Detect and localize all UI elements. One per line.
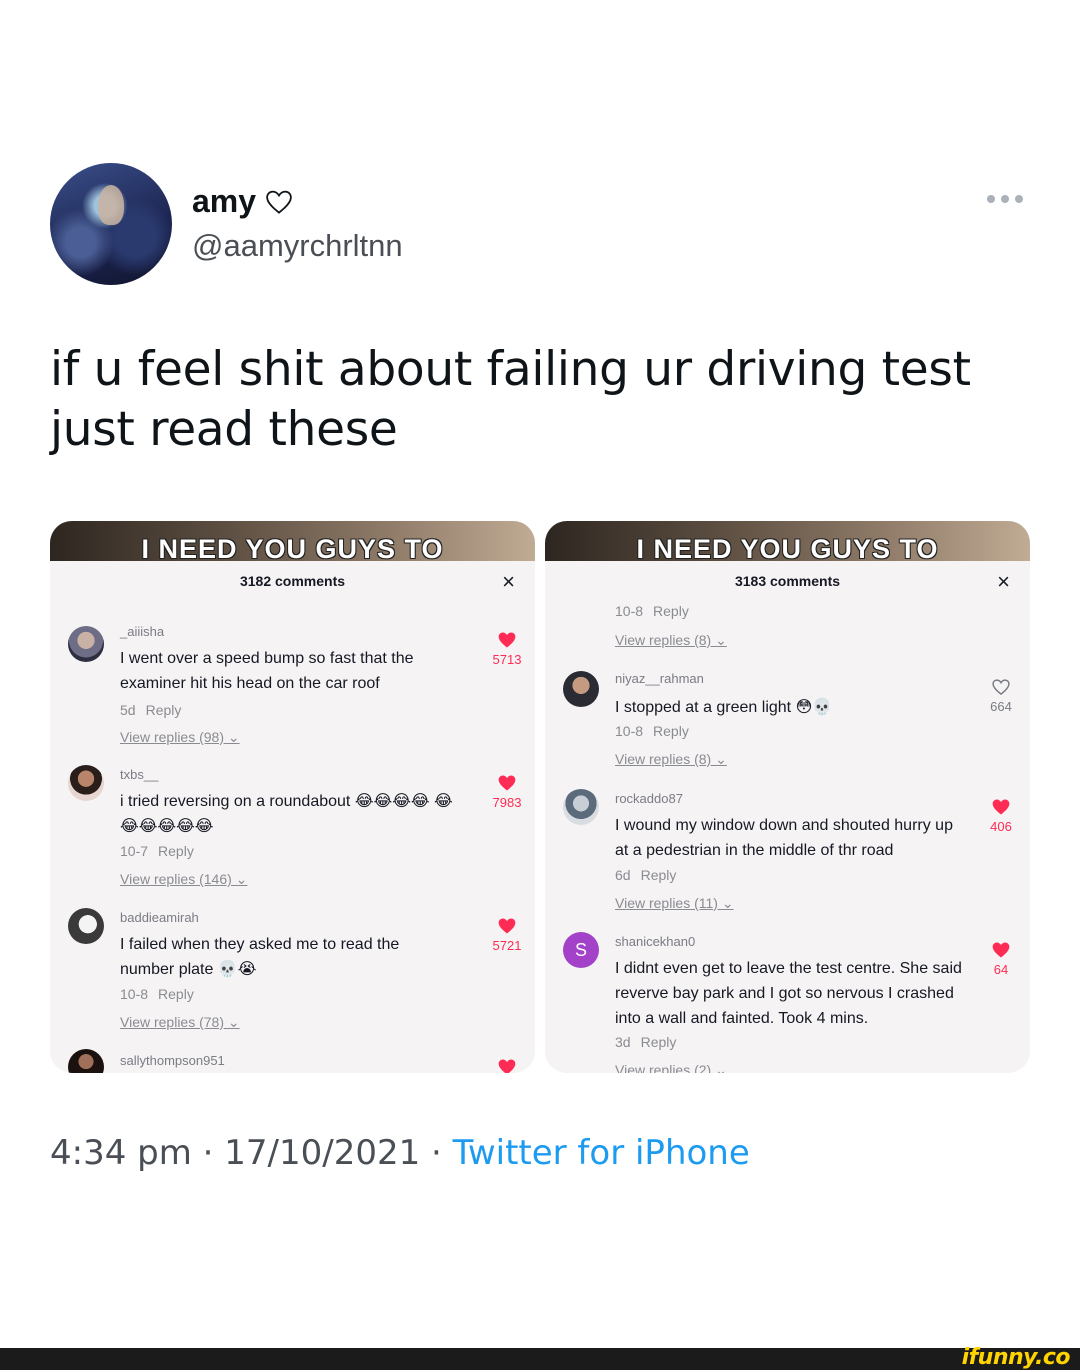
like-count: 7983: [492, 795, 522, 810]
comment-date: 5d: [120, 702, 136, 718]
comment-username[interactable]: shanicekhan0: [615, 934, 695, 949]
tweet-text: if u feel shit about failing ur driving …: [50, 342, 971, 457]
view-replies-link[interactable]: View replies (2) ⌄: [615, 1062, 727, 1073]
view-replies-link[interactable]: View replies (11) ⌄: [615, 895, 734, 912]
like-button[interactable]: [487, 1057, 527, 1073]
comment-text: I didnt even get to leave the test centr…: [615, 960, 962, 1027]
watermark-bar: [0, 1348, 1080, 1370]
close-icon[interactable]: ×: [997, 569, 1010, 595]
comment-date: 10-7: [120, 843, 149, 859]
comment-meta: 5d Reply: [120, 702, 181, 718]
like-button[interactable]: 5713: [487, 630, 527, 667]
commenter-avatar[interactable]: [68, 1049, 104, 1073]
banner-text: I NEED YOU GUYS TO: [636, 534, 939, 561]
watermark-logo: ifunny.co: [961, 1345, 1071, 1370]
reply-button[interactable]: Reply: [146, 702, 182, 718]
view-replies-link[interactable]: View replies (8) ⌄: [615, 632, 727, 649]
comment-meta: 10-8 Reply: [615, 603, 689, 619]
heart-filled-icon: [992, 799, 1010, 815]
view-replies-link[interactable]: View replies (146) ⌄: [120, 871, 247, 888]
heart-filled-icon: [992, 942, 1010, 958]
tiktok-comments-screenshot-right[interactable]: I NEED YOU GUYS TO 3183 comments × 10-8 R…: [545, 521, 1030, 1073]
like-button[interactable]: 5721: [487, 916, 527, 953]
reply-button[interactable]: Reply: [653, 723, 689, 739]
video-banner: I NEED YOU GUYS TO: [50, 521, 535, 561]
like-count: 5721: [492, 938, 522, 953]
tiktok-comments-screenshot-left[interactable]: I NEED YOU GUYS TO 3182 comments × _aiii…: [50, 521, 535, 1073]
like-button[interactable]: 664: [981, 677, 1021, 714]
comment-date: 10-8: [615, 603, 644, 619]
comment-date: 10-8: [120, 986, 149, 1002]
comment-date: 3d: [615, 1034, 631, 1050]
comment-text: I failed when they asked me to read the …: [120, 936, 400, 978]
comment-username[interactable]: niyaz__rahman: [615, 671, 704, 686]
comment-date: 6d: [615, 867, 631, 883]
commenter-avatar[interactable]: [563, 789, 599, 825]
comment-username[interactable]: sallythompson951: [120, 1053, 225, 1068]
comment-meta: 6d Reply: [615, 867, 676, 883]
heart-outline-icon: [266, 190, 292, 214]
comments-header: 3182 comments ×: [50, 561, 535, 601]
display-name[interactable]: amy: [192, 183, 256, 220]
comments-header: 3183 comments ×: [545, 561, 1030, 601]
comment-username[interactable]: txbs__: [120, 767, 158, 782]
heart-filled-icon: [498, 632, 516, 648]
reply-button[interactable]: Reply: [158, 843, 194, 859]
comment-username[interactable]: rockaddo87: [615, 791, 683, 806]
name-row: amy: [192, 183, 294, 220]
like-count: 5713: [492, 652, 522, 667]
comment-meta: 3d Reply: [615, 1034, 676, 1050]
video-banner: I NEED YOU GUYS TO: [545, 521, 1030, 561]
comment-meta: 10-8 Reply: [615, 723, 689, 739]
timestamp-text[interactable]: 4:34 pm · 17/10/2021 ·: [50, 1133, 453, 1173]
comment-text: i tried reversing on a roundabout 😂😂😂😂 😂…: [120, 793, 453, 835]
tweet-timestamp: 4:34 pm · 17/10/2021 · Twitter for iPhon…: [50, 1133, 750, 1173]
close-icon[interactable]: ×: [502, 569, 515, 595]
comment-meta: 10-8 Reply: [120, 986, 194, 1002]
commenter-avatar[interactable]: [68, 765, 104, 801]
like-button[interactable]: 64: [981, 940, 1021, 977]
comment-meta: 10-7 Reply: [120, 843, 194, 859]
comment-date: 10-8: [615, 723, 644, 739]
reply-button[interactable]: Reply: [641, 1034, 677, 1050]
source-link[interactable]: Twitter for iPhone: [453, 1133, 750, 1173]
comment-text: I went over a speed bump so fast that th…: [120, 650, 414, 692]
commenter-avatar[interactable]: S: [563, 932, 599, 968]
like-count: 406: [990, 819, 1012, 834]
commenter-avatar[interactable]: [68, 908, 104, 944]
view-replies-link[interactable]: View replies (8) ⌄: [615, 751, 727, 768]
reply-button[interactable]: Reply: [653, 603, 689, 619]
user-handle[interactable]: @aamyrchrltnn: [192, 228, 403, 264]
reply-button[interactable]: Reply: [158, 986, 194, 1002]
comment-text: I stopped at a green light 😳💀: [615, 699, 833, 716]
comment-username[interactable]: _aiiisha: [120, 624, 164, 639]
comment-text: I wound my window down and shouted hurry…: [615, 817, 953, 859]
heart-filled-icon: [498, 1059, 516, 1073]
profile-avatar[interactable]: [50, 163, 172, 285]
commenter-avatar[interactable]: [563, 671, 599, 707]
banner-text: I NEED YOU GUYS TO: [141, 534, 444, 561]
commenter-avatar[interactable]: [68, 626, 104, 662]
comment-username[interactable]: baddieamirah: [120, 910, 199, 925]
heart-filled-icon: [498, 775, 516, 791]
like-count: 664: [990, 699, 1012, 714]
view-replies-link[interactable]: View replies (78) ⌄: [120, 1014, 240, 1031]
view-replies-link[interactable]: View replies (98) ⌄: [120, 729, 240, 746]
like-count: 64: [993, 962, 1009, 977]
comment-count: 3182 comments: [239, 573, 346, 589]
like-button[interactable]: 406: [981, 797, 1021, 834]
reply-button[interactable]: Reply: [641, 867, 677, 883]
like-button[interactable]: 7983: [487, 773, 527, 810]
more-options-icon[interactable]: [987, 195, 1023, 203]
heart-outline-icon: [992, 679, 1010, 696]
heart-filled-icon: [498, 918, 516, 934]
comment-count: 3183 comments: [734, 573, 841, 589]
